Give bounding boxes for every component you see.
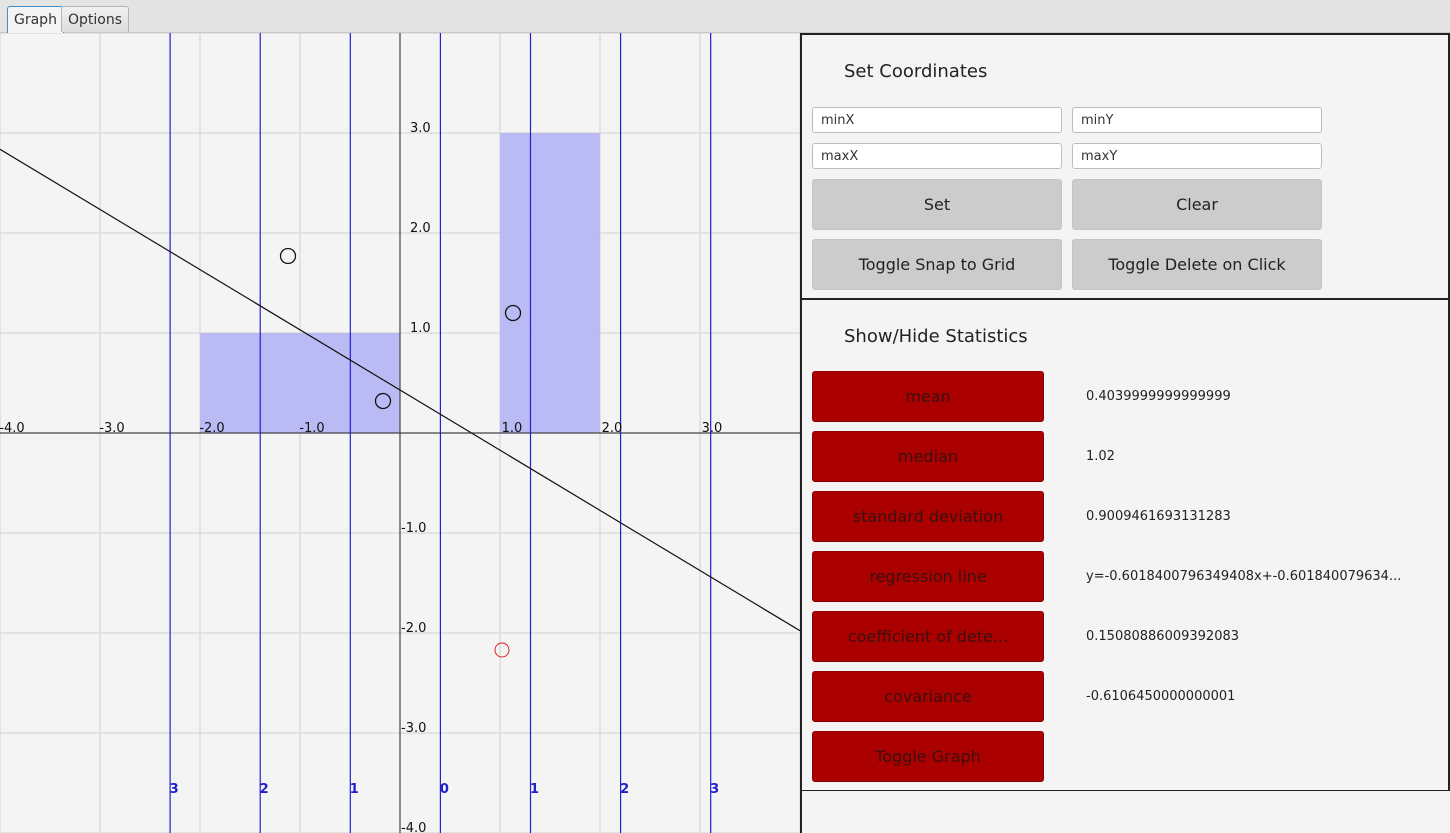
outlier-point[interactable] — [494, 642, 510, 658]
y-tick-label: -4.0 — [401, 821, 426, 833]
toggle-graph-button[interactable]: Toggle Graph — [812, 731, 1044, 782]
sd-band-label: 3 — [710, 782, 719, 797]
standard-deviation-button[interactable]: standard deviation — [812, 491, 1044, 542]
set-button[interactable]: Set — [812, 179, 1062, 230]
covariance-button[interactable]: covariance — [812, 671, 1044, 722]
histogram-bar — [500, 133, 600, 433]
sd-band-label: 2 — [620, 782, 629, 797]
x-tick-label: -4.0 — [0, 421, 25, 436]
bottom-spacer — [800, 790, 1450, 833]
coefficient-of-determination-value: 0.15080886009392083 — [1086, 629, 1240, 644]
mean-value: 0.4039999999999999 — [1086, 389, 1231, 404]
x-tick-label: 1.0 — [502, 421, 523, 436]
median-value: 1.02 — [1086, 449, 1115, 464]
y-tick-label: -3.0 — [401, 721, 426, 736]
data-point[interactable] — [279, 247, 297, 265]
statistics-panel: Show/Hide Statistics mean 0.403999999999… — [800, 298, 1450, 792]
sd-band-label: 1 — [530, 782, 539, 797]
tab-graph[interactable]: Graph — [7, 6, 64, 33]
coordinates-panel: Set Coordinates Set Clear Toggle Snap to… — [800, 33, 1450, 300]
median-button[interactable]: median — [812, 431, 1044, 482]
sd-band-label: 0 — [440, 782, 449, 797]
coordinates-title: Set Coordinates — [844, 61, 988, 82]
x-tick-label: -2.0 — [199, 421, 224, 436]
miny-field[interactable] — [1072, 107, 1322, 133]
y-tick-label: -1.0 — [401, 521, 426, 536]
regression-line-button[interactable]: regression line — [812, 551, 1044, 602]
standard-deviation-value: 0.9009461693131283 — [1086, 509, 1231, 524]
mean-button[interactable]: mean — [812, 371, 1044, 422]
statistics-title: Show/Hide Statistics — [844, 326, 1028, 347]
sd-band-label: 2 — [260, 782, 269, 797]
sd-band-label: 1 — [350, 782, 359, 797]
covariance-value: -0.6106450000000001 — [1086, 689, 1236, 704]
y-tick-label: 2.0 — [410, 221, 431, 236]
sd-band-label: 3 — [170, 782, 179, 797]
y-tick-label: -2.0 — [401, 621, 426, 636]
graph-plot[interactable]: 3 2 1 0 1 2 3 -4.0 -3.0 -2.0 -1.0 1.0 2.0 3.0 3.0 2.0 1.… — [0, 33, 800, 833]
graph-canvas[interactable]: 3 2 1 0 1 2 3 -4.0 -3.0 -2.0 -1.0 1.0 2.0 3.0 3.0 2.0 1.… — [0, 33, 800, 833]
histogram-bar — [200, 333, 400, 433]
x-tick-label: -1.0 — [299, 421, 324, 436]
snap-to-grid-button[interactable]: Toggle Snap to Grid — [812, 239, 1062, 290]
x-tick-label: 2.0 — [602, 421, 623, 436]
tab-options[interactable]: Options — [61, 6, 130, 32]
x-tick-label: -3.0 — [99, 421, 124, 436]
minx-field[interactable] — [812, 107, 1062, 133]
coefficient-of-determination-button[interactable]: coefficient of dete... — [812, 611, 1044, 662]
y-tick-label: 3.0 — [410, 121, 431, 136]
delete-on-click-button[interactable]: Toggle Delete on Click — [1072, 239, 1322, 290]
regression-line-value: y=-0.6018400796349408x+-0.601840079634..… — [1086, 569, 1402, 584]
maxx-field[interactable] — [812, 143, 1062, 169]
y-tick-label: 1.0 — [410, 321, 431, 336]
clear-button[interactable]: Clear — [1072, 179, 1322, 230]
maxy-field[interactable] — [1072, 143, 1322, 169]
x-tick-label: 3.0 — [702, 421, 723, 436]
tab-bar: Graph Options — [0, 0, 1450, 33]
